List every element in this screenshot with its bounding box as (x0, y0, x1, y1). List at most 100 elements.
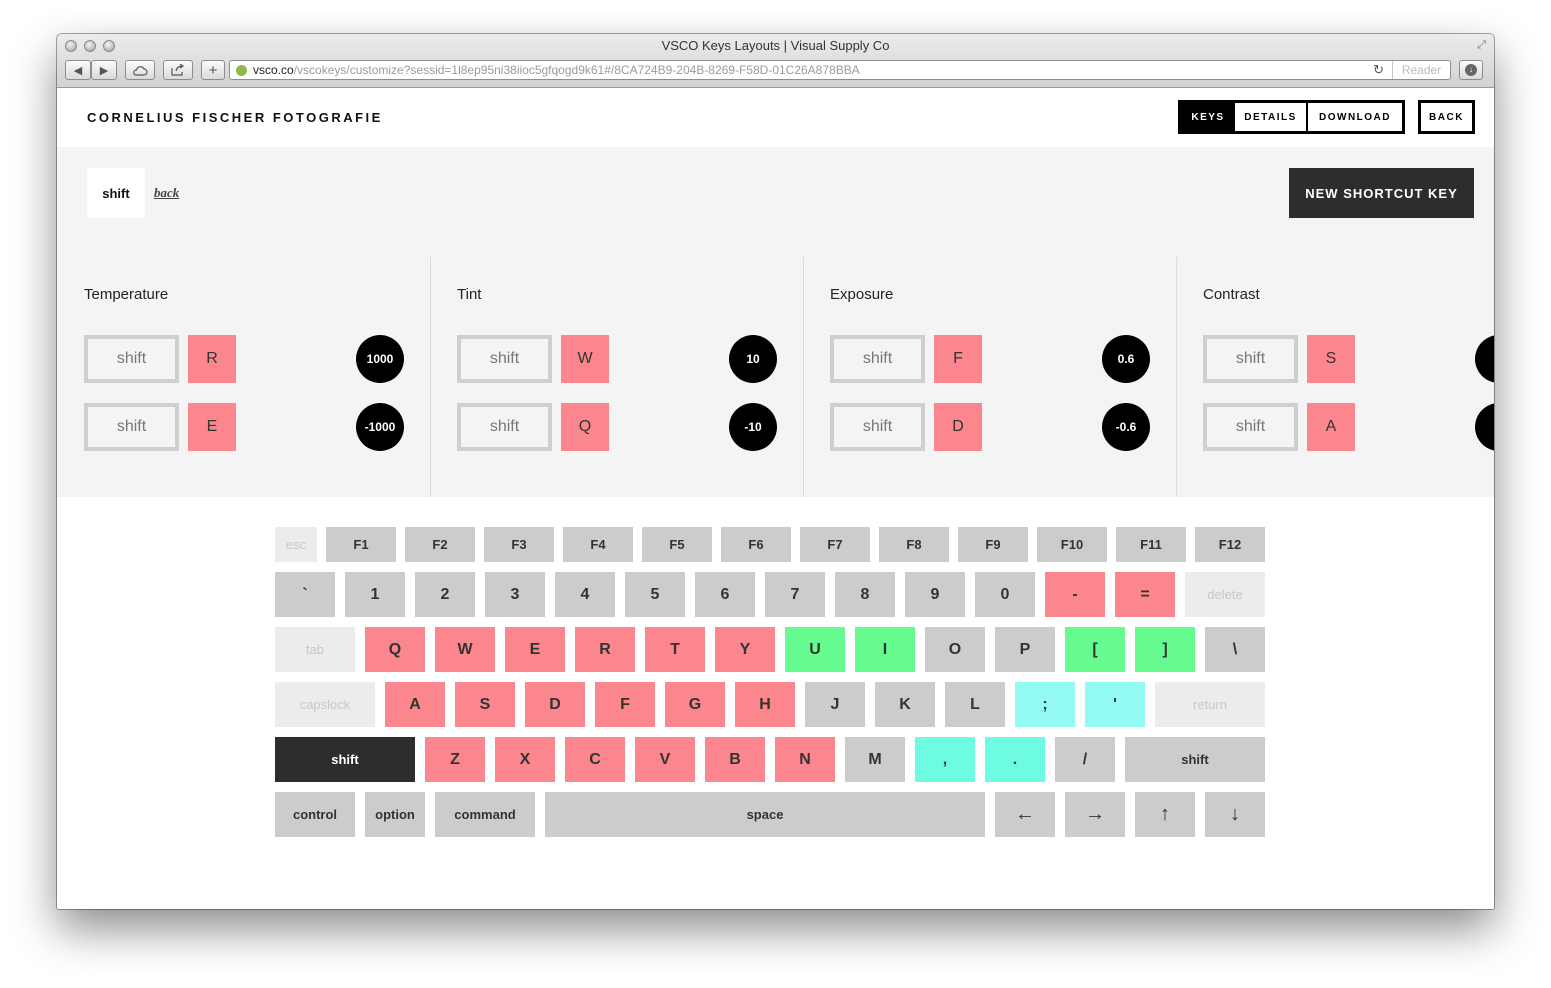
nav-download-tab[interactable]: DOWNLOAD (1308, 103, 1402, 131)
key-e[interactable]: E (505, 627, 565, 672)
key-symbol-12[interactable]: ] (1135, 627, 1195, 672)
key-x[interactable]: X (495, 737, 555, 782)
key-a[interactable]: A (385, 682, 445, 727)
key-symbol-7[interactable]: ↓ (1205, 792, 1265, 837)
key-3[interactable]: 3 (485, 572, 545, 617)
key-v[interactable]: V (635, 737, 695, 782)
key-n[interactable]: N (775, 737, 835, 782)
shortcut-row[interactable]: shift W 10 (457, 335, 777, 383)
key-u[interactable]: U (785, 627, 845, 672)
key-symbol-0[interactable]: ` (275, 572, 335, 617)
key-f7[interactable]: F7 (800, 527, 870, 562)
back-link[interactable]: back (154, 185, 179, 201)
key-h[interactable]: H (735, 682, 795, 727)
key-i[interactable]: I (855, 627, 915, 672)
key-control[interactable]: control (275, 792, 355, 837)
key-1[interactable]: 1 (345, 572, 405, 617)
nav-keys-tab[interactable]: KEYS (1181, 103, 1235, 131)
key-z[interactable]: Z (425, 737, 485, 782)
key-7[interactable]: 7 (765, 572, 825, 617)
key-f11[interactable]: F11 (1116, 527, 1186, 562)
key-8[interactable]: 8 (835, 572, 895, 617)
key-d[interactable]: D (525, 682, 585, 727)
shortcut-row[interactable]: shiftA -2 (1203, 403, 1494, 451)
new-shortcut-key-button[interactable]: NEW SHORTCUT KEY (1289, 168, 1474, 218)
key-r[interactable]: R (575, 627, 635, 672)
shortcut-row[interactable]: shift D -0.6 (830, 403, 1150, 451)
key-f6[interactable]: F6 (721, 527, 791, 562)
key-f10[interactable]: F10 (1037, 527, 1107, 562)
downloads-button[interactable]: ↓ (1459, 60, 1483, 80)
key-symbol-11[interactable]: ' (1085, 682, 1145, 727)
key-k[interactable]: K (875, 682, 935, 727)
share-button[interactable] (163, 60, 193, 80)
key-l[interactable]: L (945, 682, 1005, 727)
key-esc[interactable]: esc (275, 527, 317, 562)
forward-nav-button[interactable]: ▶ (91, 60, 117, 80)
key-symbol-9[interactable]: . (985, 737, 1045, 782)
key-space[interactable]: space (545, 792, 985, 837)
key-o[interactable]: O (925, 627, 985, 672)
key-symbol-11[interactable]: [ (1065, 627, 1125, 672)
key-f5[interactable]: F5 (642, 527, 712, 562)
key-f[interactable]: F (595, 682, 655, 727)
key-9[interactable]: 9 (905, 572, 965, 617)
key-2[interactable]: 2 (415, 572, 475, 617)
key-delete[interactable]: delete (1185, 572, 1265, 617)
fullscreen-icon[interactable]: ⤢ (1477, 39, 1486, 52)
key-0[interactable]: 0 (975, 572, 1035, 617)
nav-back-button[interactable]: BACK (1418, 100, 1475, 134)
key-f9[interactable]: F9 (958, 527, 1028, 562)
reload-icon[interactable]: ↻ (1373, 62, 1384, 78)
key-shift[interactable]: shift (275, 737, 415, 782)
key-capslock[interactable]: capslock (275, 682, 375, 727)
key-f2[interactable]: F2 (405, 527, 475, 562)
key-symbol-11[interactable]: - (1045, 572, 1105, 617)
key-b[interactable]: B (705, 737, 765, 782)
key-6[interactable]: 6 (695, 572, 755, 617)
key-symbol-6[interactable]: ↑ (1135, 792, 1195, 837)
key-m[interactable]: M (845, 737, 905, 782)
shortcut-row[interactable]: shift F 0.6 (830, 335, 1150, 383)
key-command[interactable]: command (435, 792, 535, 837)
key-symbol-5[interactable]: → (1065, 792, 1125, 837)
back-nav-button[interactable]: ◀ (65, 60, 91, 80)
key-tab[interactable]: tab (275, 627, 355, 672)
shortcut-value: 0.6 (1102, 335, 1150, 383)
shortcut-row[interactable]: shift E -1000 (84, 403, 404, 451)
nav-details-tab[interactable]: DETAILS (1235, 103, 1308, 131)
new-tab-button[interactable]: + (201, 60, 225, 80)
key-5[interactable]: 5 (625, 572, 685, 617)
key-q[interactable]: Q (365, 627, 425, 672)
key-s[interactable]: S (455, 682, 515, 727)
key-w[interactable]: W (435, 627, 495, 672)
key-symbol-10[interactable]: / (1055, 737, 1115, 782)
key-option[interactable]: option (365, 792, 425, 837)
key-symbol-8[interactable]: , (915, 737, 975, 782)
key-return[interactable]: return (1155, 682, 1265, 727)
key-symbol-12[interactable]: = (1115, 572, 1175, 617)
key-t[interactable]: T (645, 627, 705, 672)
shortcut-row[interactable]: shift Q -10 (457, 403, 777, 451)
key-p[interactable]: P (995, 627, 1055, 672)
key-f8[interactable]: F8 (879, 527, 949, 562)
key-g[interactable]: G (665, 682, 725, 727)
key-f1[interactable]: F1 (326, 527, 396, 562)
key-f4[interactable]: F4 (563, 527, 633, 562)
address-bar[interactable]: vsco.co/vscokeys/customize?sessid=1l8ep9… (229, 60, 1451, 80)
key-shift[interactable]: shift (1125, 737, 1265, 782)
key-y[interactable]: Y (715, 627, 775, 672)
key-4[interactable]: 4 (555, 572, 615, 617)
key-j[interactable]: J (805, 682, 865, 727)
key-f3[interactable]: F3 (484, 527, 554, 562)
key-c[interactable]: C (565, 737, 625, 782)
key-symbol-4[interactable]: ← (995, 792, 1055, 837)
key-f12[interactable]: F12 (1195, 527, 1265, 562)
reader-button[interactable]: Reader (1392, 61, 1450, 79)
shortcut-row[interactable]: shift R 1000 (84, 335, 404, 383)
shortcut-row[interactable]: shiftS 2 (1203, 335, 1494, 383)
key-symbol-13[interactable]: \ (1205, 627, 1265, 672)
key-symbol-10[interactable]: ; (1015, 682, 1075, 727)
main-nav: KEYS DETAILS DOWNLOAD (1178, 100, 1405, 134)
icloud-tabs-button[interactable] (125, 60, 155, 80)
